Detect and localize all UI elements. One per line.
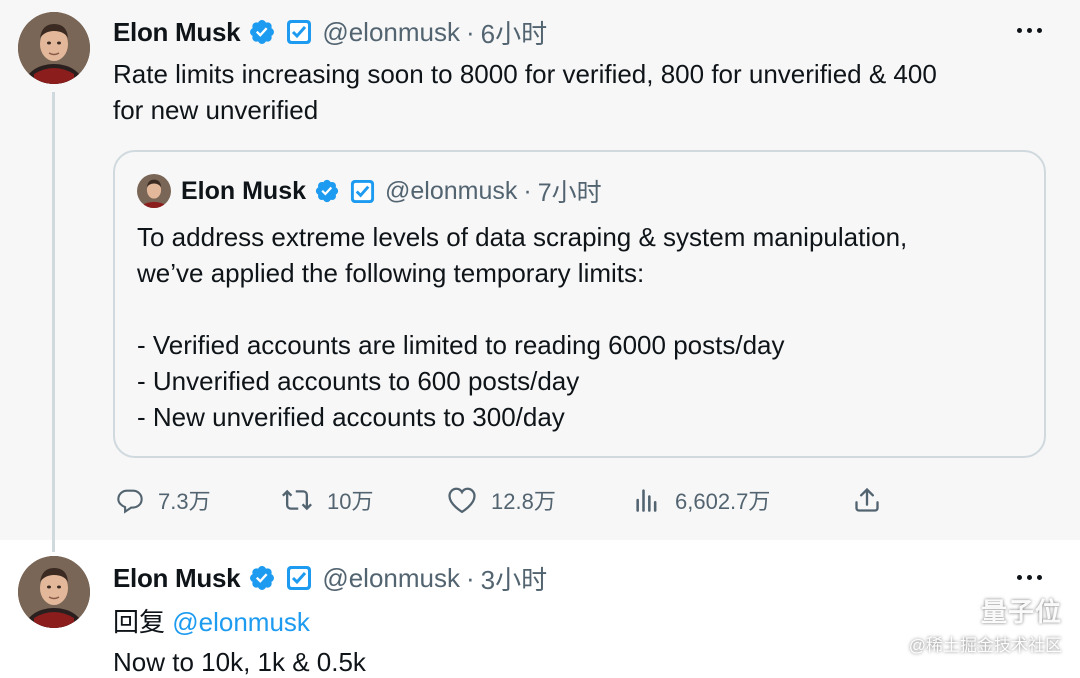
tweet-header: Elon Musk @elonmusk · 6小时 xyxy=(113,14,547,50)
tweet-1[interactable]: Elon Musk @elonmusk · 6小时 Rate limits in… xyxy=(0,0,1080,540)
analytics-bar-icon xyxy=(636,489,657,512)
retweet-count: 10万 xyxy=(327,489,374,514)
verified-badge-icon xyxy=(314,178,340,204)
watermark: 量子位 @稀土掘金技术社区 xyxy=(909,592,1062,656)
tweet-text-line: Rate limits increasing soon to 8000 for … xyxy=(113,59,937,89)
like-button[interactable]: 12.8万 xyxy=(447,482,556,518)
reply-count: 7.3万 xyxy=(158,489,211,514)
reply-to-mention[interactable]: @elonmusk xyxy=(172,607,310,637)
more-horizontal-icon xyxy=(1017,575,1022,580)
like-count: 12.8万 xyxy=(491,489,556,514)
quoted-tweet-card[interactable]: Elon Musk @elonmusk · 7小时 To address ext… xyxy=(113,150,1046,458)
tweet-text: Now to 10k, 1k & 0.5k xyxy=(113,647,366,677)
tweet-header: Elon Musk @elonmusk · 3小时 xyxy=(113,560,547,596)
share-icon xyxy=(855,487,879,512)
heart-icon xyxy=(448,487,476,514)
quoted-tweet-header: Elon Musk @elonmusk · 7小时 xyxy=(181,174,602,208)
verified-badge-icon xyxy=(248,18,276,46)
dot-separator: · xyxy=(523,176,532,205)
quoted-text-line: - New unverified accounts to 300/day xyxy=(137,402,565,432)
quoted-timestamp: 7小时 xyxy=(537,179,602,207)
watermark-brand: 量子位 xyxy=(980,597,1062,627)
dot-separator: · xyxy=(466,16,475,47)
timestamp[interactable]: 6小时 xyxy=(481,14,547,51)
reply-prefix: 回复 xyxy=(113,607,166,637)
thread-connector-line xyxy=(52,92,55,540)
tweet-actions-bar: 7.3万 10万 12.8万 6,602.7万 xyxy=(0,482,1080,518)
author-handle[interactable]: @elonmusk xyxy=(322,563,460,594)
reply-button[interactable]: 7.3万 xyxy=(116,482,211,518)
dot-separator: · xyxy=(466,562,475,593)
quoted-author-handle: @elonmusk xyxy=(385,176,518,205)
quoted-author-name: Elon Musk xyxy=(181,176,307,205)
author-name[interactable]: Elon Musk xyxy=(113,563,241,594)
reply-context: 回复 @elonmusk xyxy=(113,604,310,640)
affiliate-badge-icon xyxy=(286,565,312,591)
retweet-icon xyxy=(282,489,312,511)
thread-connector-line xyxy=(52,540,55,552)
tweet-text-line: for new unverified xyxy=(113,95,319,125)
tweet-2[interactable]: Elon Musk @elonmusk · 3小时 回复 @elonmusk N… xyxy=(0,540,1080,678)
timestamp[interactable]: 3小时 xyxy=(481,560,547,597)
quoted-text-line: - Unverified accounts to 600 posts/day xyxy=(137,366,580,396)
retweet-button[interactable]: 10万 xyxy=(281,482,373,518)
watermark-sub: @稀土掘金技术社区 xyxy=(908,636,1062,655)
more-options-button[interactable] xyxy=(1017,28,1042,33)
reply-icon xyxy=(117,489,143,514)
author-handle[interactable]: @elonmusk xyxy=(322,17,460,48)
verified-badge-icon xyxy=(248,564,276,592)
more-horizontal-icon xyxy=(1017,28,1022,33)
share-button[interactable] xyxy=(853,482,881,518)
views-button[interactable]: 6,602.7万 xyxy=(633,482,770,518)
avatar[interactable] xyxy=(18,12,90,84)
quoted-avatar xyxy=(137,174,171,208)
affiliate-badge-icon xyxy=(350,179,375,204)
view-count: 6,602.7万 xyxy=(675,489,771,514)
more-options-button[interactable] xyxy=(1017,575,1042,580)
affiliate-badge-icon xyxy=(286,19,312,45)
avatar[interactable] xyxy=(18,556,90,628)
quoted-text-line: we’ve applied the following temporary li… xyxy=(137,258,645,288)
quoted-text-line: - Verified accounts are limited to readi… xyxy=(137,330,785,360)
quoted-text-line: To address extreme levels of data scrapi… xyxy=(137,222,908,252)
author-name[interactable]: Elon Musk xyxy=(113,17,241,48)
tweet-text: Rate limits increasing soon to 8000 for … xyxy=(113,56,937,128)
